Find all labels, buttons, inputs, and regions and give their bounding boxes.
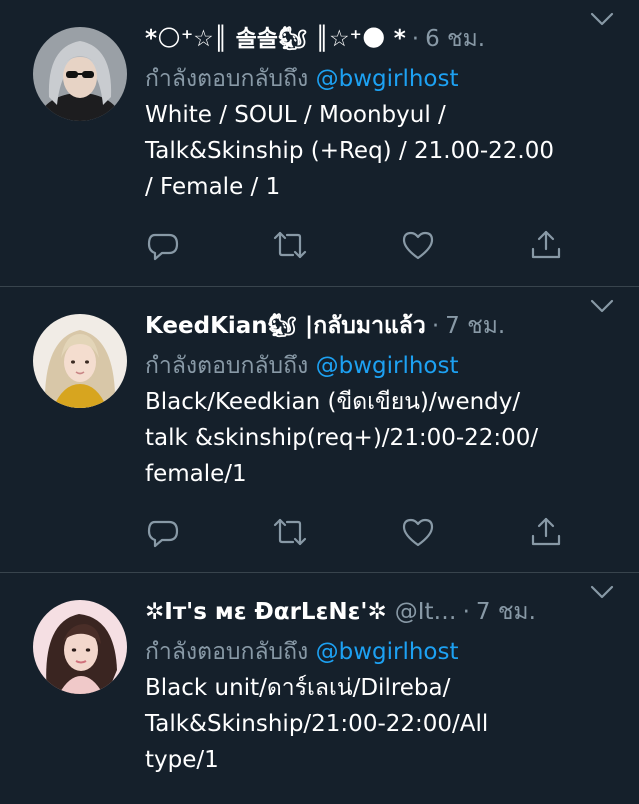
chevron-down-icon[interactable]	[589, 582, 615, 602]
username-handle[interactable]: @It…	[395, 594, 457, 630]
reply-mention[interactable]: @bwgirlhost	[316, 66, 459, 92]
separator-dot: ·	[431, 313, 440, 339]
timestamp[interactable]: 7 ชม.	[476, 594, 536, 630]
tweet-actions	[145, 514, 575, 554]
chevron-down-icon[interactable]	[589, 296, 615, 316]
display-name[interactable]: KeedKian🐿 |กลับมาแล้ว	[145, 308, 426, 344]
reply-icon[interactable]	[145, 227, 181, 263]
reply-context: กำลังตอบกลับถึง @bwgirlhost	[145, 61, 619, 97]
avatar[interactable]	[33, 600, 127, 694]
reply-context: กำลังตอบกลับถึง @bwgirlhost	[145, 634, 619, 670]
like-icon[interactable]	[400, 514, 436, 550]
separator-dot: ·	[411, 26, 420, 52]
timestamp[interactable]: 7 ชม.	[445, 308, 505, 344]
display-name[interactable]: *🌕⁺☆║ 솔솔🐿 ║☆⁺🌑 *	[145, 21, 406, 57]
separator-dot: ·	[462, 599, 470, 625]
avatar[interactable]	[33, 27, 127, 121]
tweet[interactable]: ✲Iт's мε ĐαrLεNε'✲ @It… · 7 ชม. กำลังตอบ…	[0, 573, 639, 804]
tweet-text: Black/Keedkian (ขีดเขียน)/wendy/ talk &s…	[145, 389, 539, 487]
display-name[interactable]: ✲Iт's мε ĐαrLεNε'✲	[145, 594, 387, 630]
reply-prefix: กำลังตอบกลับถึง	[145, 66, 309, 92]
reply-prefix: กำลังตอบกลับถึง	[145, 353, 309, 379]
reply-mention[interactable]: @bwgirlhost	[316, 639, 459, 665]
like-icon[interactable]	[400, 227, 436, 263]
timestamp[interactable]: 6 ชม.	[425, 21, 485, 57]
reply-prefix: กำลังตอบกลับถึง	[145, 639, 309, 665]
tweet[interactable]: KeedKian🐿 |กลับมาแล้ว · 7 ชม. กำลังตอบกล…	[0, 287, 639, 573]
share-icon[interactable]	[528, 227, 564, 263]
tweet-text: White / SOUL / Moonbyul / Talk&Skinship …	[145, 102, 555, 200]
tweet-actions	[145, 227, 575, 267]
timeline: *🌕⁺☆║ 솔솔🐿 ║☆⁺🌑 * · 6 ชม. กำลังตอบกลับถึง…	[0, 0, 639, 804]
avatar[interactable]	[33, 314, 127, 408]
retweet-icon[interactable]	[272, 514, 308, 550]
share-icon[interactable]	[528, 514, 564, 550]
tweet-text: Black unit/ดาร์เลเน่/Dilreba/ Talk&Skins…	[145, 675, 489, 773]
reply-icon[interactable]	[145, 514, 181, 550]
chevron-down-icon[interactable]	[589, 9, 615, 29]
reply-context: กำลังตอบกลับถึง @bwgirlhost	[145, 348, 619, 384]
retweet-icon[interactable]	[272, 227, 308, 263]
tweet[interactable]: *🌕⁺☆║ 솔솔🐿 ║☆⁺🌑 * · 6 ชม. กำลังตอบกลับถึง…	[0, 0, 639, 287]
reply-mention[interactable]: @bwgirlhost	[316, 353, 459, 379]
